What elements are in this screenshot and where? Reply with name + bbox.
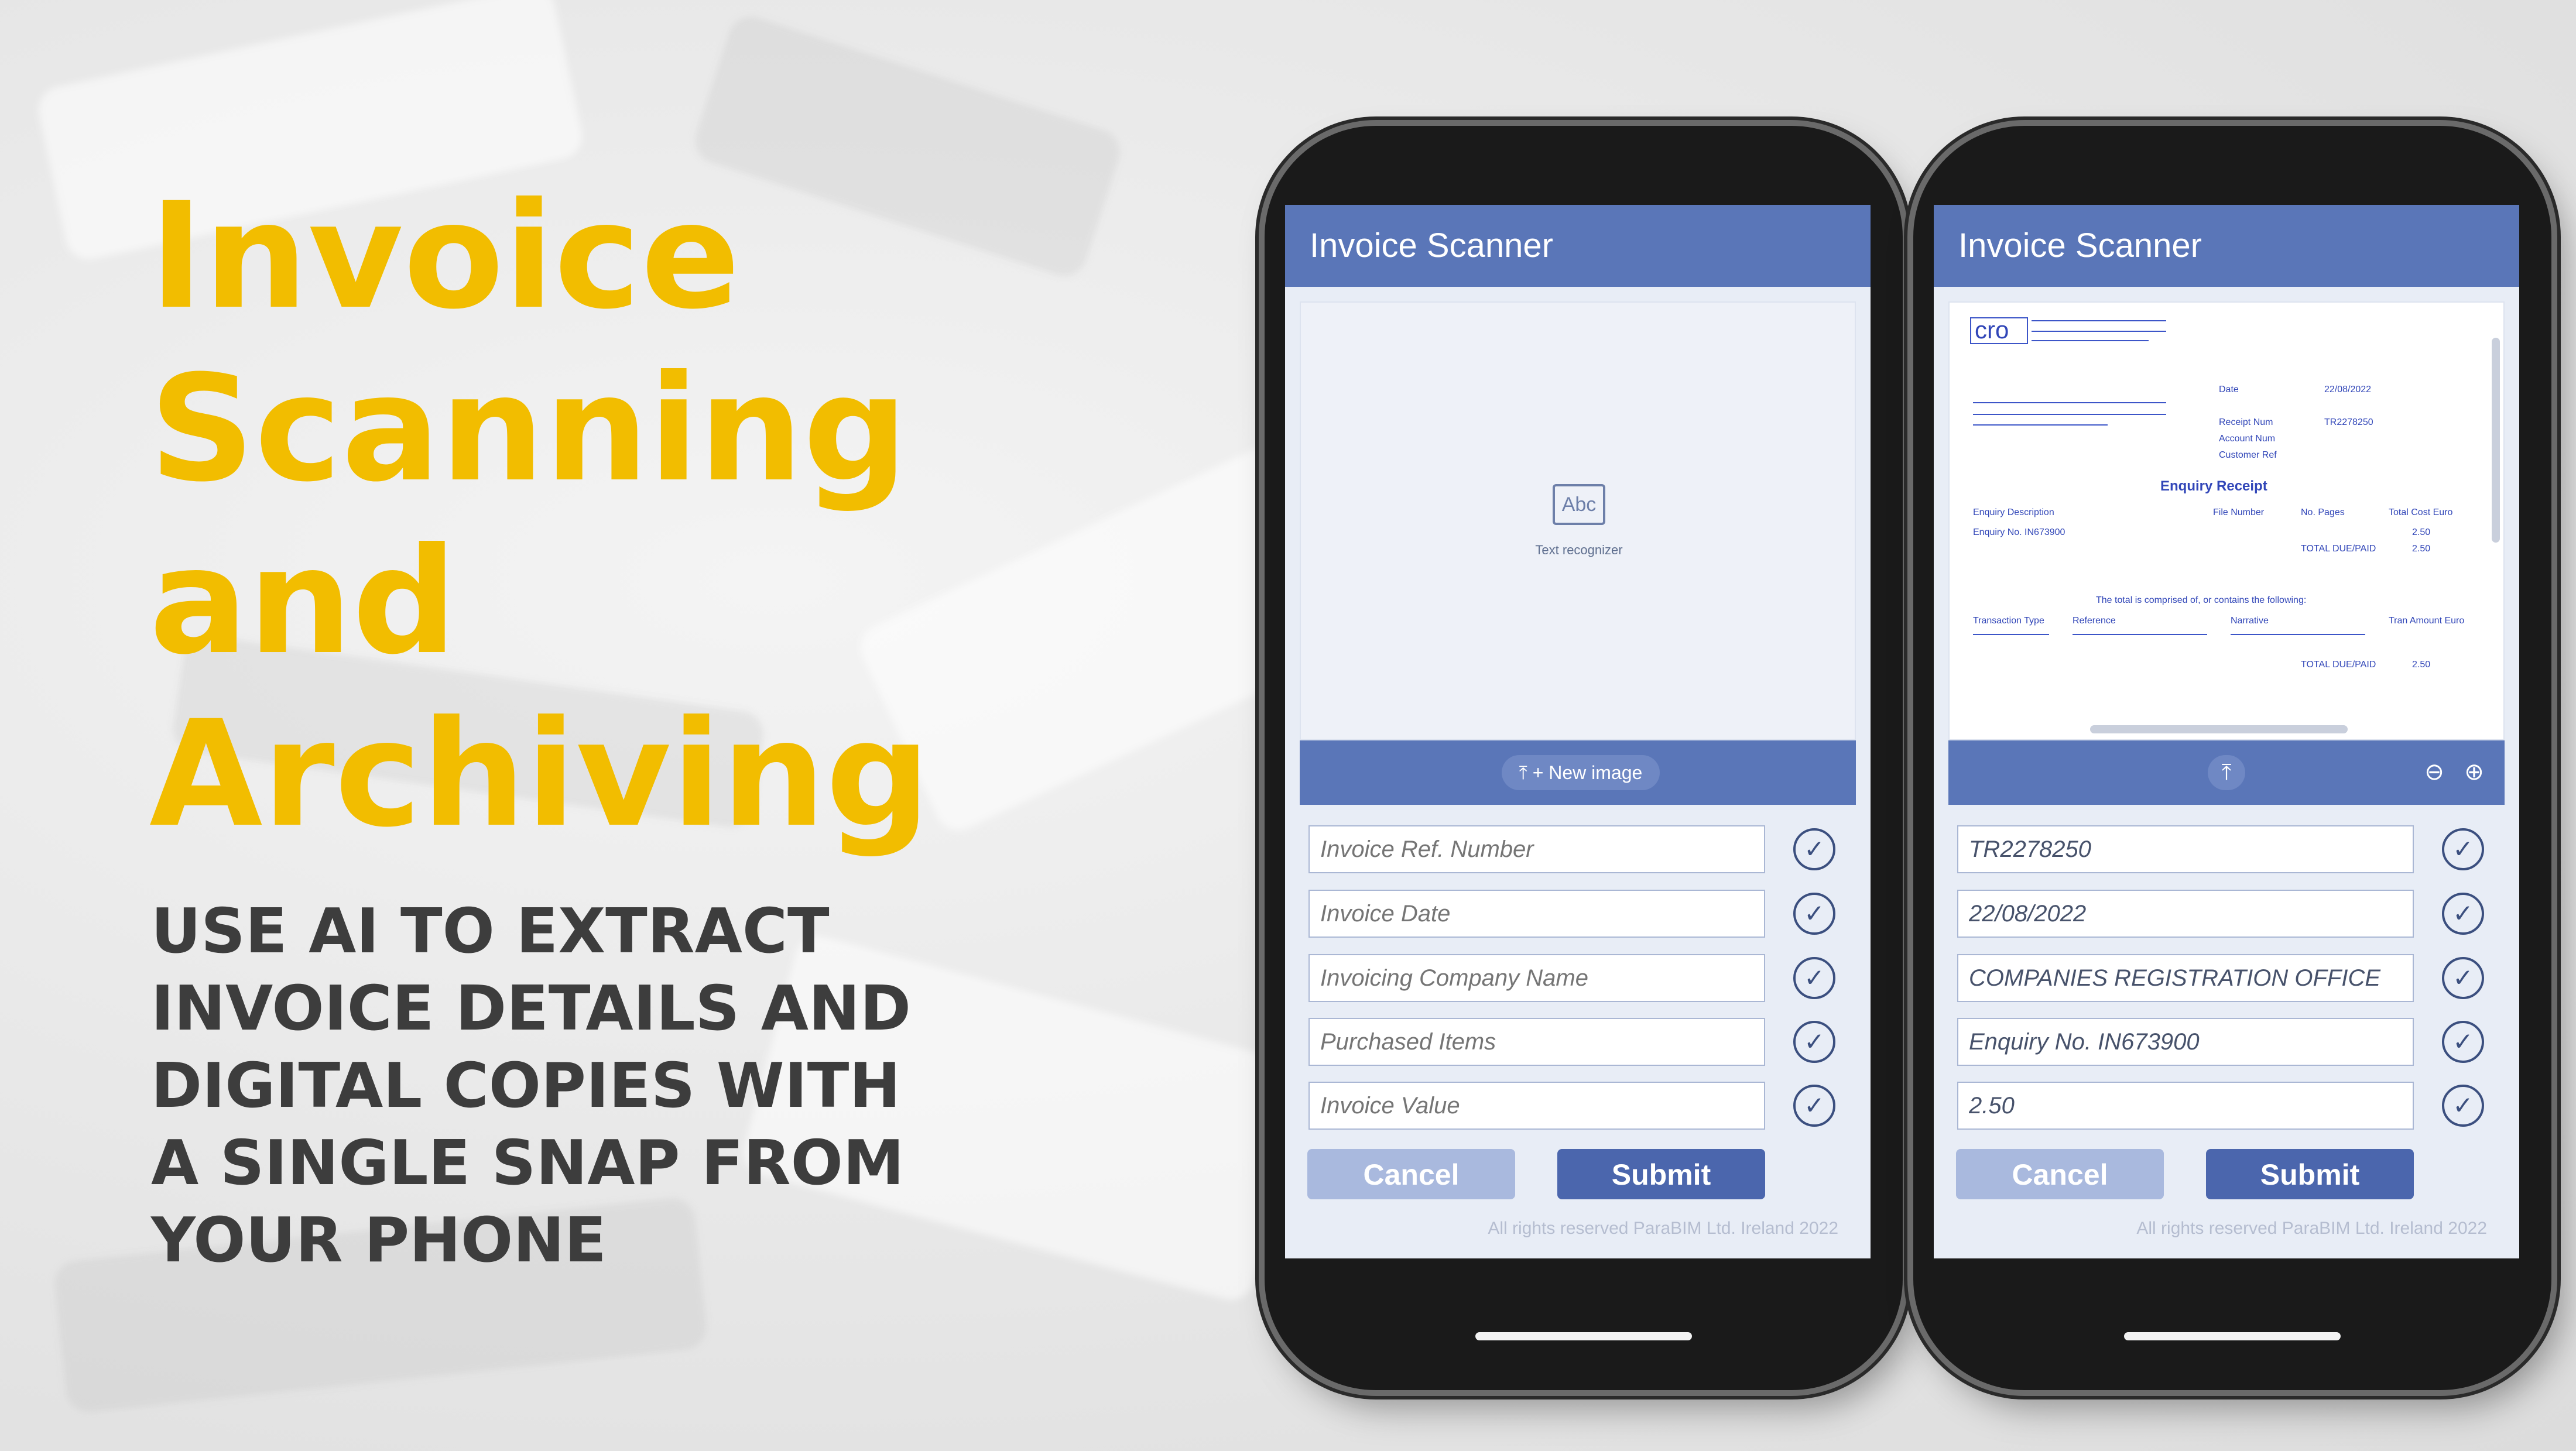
check-icon[interactable]: ✓ <box>1793 893 1835 935</box>
copyright-footer: All rights reserved ParaBIM Ltd. Ireland… <box>1488 1219 1838 1238</box>
document-label: Account Num <box>2219 434 2276 444</box>
scanned-document-viewer[interactable]: cro Date 22/08/2022 Receipt Num TR227825… <box>1948 301 2505 740</box>
check-icon[interactable]: ✓ <box>2442 893 2484 935</box>
document-logo-text: cro <box>1975 316 2009 344</box>
check-icon[interactable]: ✓ <box>1793 1085 1835 1127</box>
document-label: Total Cost Euro <box>2389 507 2453 517</box>
image-toolbar: ⤒ + New image <box>1300 740 1856 805</box>
check-icon[interactable]: ✓ <box>2442 1085 2484 1127</box>
home-indicator[interactable] <box>1475 1332 1692 1340</box>
document-label: The total is comprised of, or contains t… <box>2096 595 2307 605</box>
document-label: Narrative <box>2231 616 2269 626</box>
document-label: TOTAL DUE/PAID <box>2301 544 2376 554</box>
invoice-value-input[interactable] <box>1957 1082 2414 1130</box>
headline: Invoice Scanning and Archiving <box>149 170 1262 860</box>
tagline-line: USE AI TO EXTRACT <box>151 896 830 967</box>
document-label: Enquiry No. IN673900 <box>1973 527 2065 537</box>
submit-button[interactable]: Submit <box>1557 1149 1765 1199</box>
cancel-button[interactable]: Cancel <box>1956 1149 2164 1199</box>
invoice-date-input[interactable] <box>1308 890 1765 938</box>
document-label: Tran Amount Euro <box>2389 616 2465 626</box>
image-toolbar: ⤒ ⊖ ⊕ <box>1948 740 2505 805</box>
company-name-input[interactable] <box>1957 954 2414 1002</box>
document-value: 2.50 <box>2412 544 2431 554</box>
app-title: Invoice Scanner <box>1285 205 1871 287</box>
invoice-ref-input[interactable] <box>1957 825 2414 873</box>
purchased-items-input[interactable] <box>1308 1018 1765 1066</box>
zoom-in-icon[interactable]: ⊕ <box>2457 753 2492 791</box>
check-icon[interactable]: ✓ <box>2442 828 2484 870</box>
invoice-date-input[interactable] <box>1957 890 2414 938</box>
phone-screen: Invoice Scanner cro Date 22/08/2022 Rece… <box>1934 205 2519 1258</box>
document-label: Receipt Num <box>2219 417 2273 427</box>
phone-filled-form: Invoice Scanner cro Date 22/08/2022 Rece… <box>1913 126 2551 1390</box>
upload-icon[interactable]: ⤒ <box>2208 755 2245 790</box>
phone-empty-form: Invoice Scanner Abc Text recognizer ⤒ + … <box>1265 126 1903 1390</box>
invoice-ref-input[interactable] <box>1308 825 1765 873</box>
purchased-items-input[interactable] <box>1957 1018 2414 1066</box>
text-recognizer-label: Text recognizer <box>1535 543 1623 557</box>
document-value: 22/08/2022 <box>2324 385 2372 395</box>
tagline-line: INVOICE DETAILS AND <box>151 973 912 1044</box>
tagline-line: A SINGLE SNAP FROM <box>151 1127 905 1199</box>
document-label: Date <box>2219 385 2239 395</box>
new-image-button[interactable]: ⤒ + New image <box>1502 755 1660 790</box>
company-name-input[interactable] <box>1308 954 1765 1002</box>
check-icon[interactable]: ✓ <box>1793 1021 1835 1063</box>
horizontal-scrollbar[interactable] <box>2090 725 2348 733</box>
document-label: Customer Ref <box>2219 450 2277 460</box>
document-label: Reference <box>2073 616 2116 626</box>
tagline: USE AI TO EXTRACT INVOICE DETAILS AND DI… <box>151 893 1088 1279</box>
cancel-button[interactable]: Cancel <box>1307 1149 1515 1199</box>
document-label: No. Pages <box>2301 507 2345 517</box>
home-indicator[interactable] <box>2124 1332 2341 1340</box>
text-recognizer-icon: Abc <box>1553 484 1605 525</box>
check-icon[interactable]: ✓ <box>2442 957 2484 999</box>
image-viewer[interactable]: Abc Text recognizer <box>1300 301 1856 740</box>
submit-button[interactable]: Submit <box>2206 1149 2414 1199</box>
zoom-out-icon[interactable]: ⊖ <box>2417 753 2452 791</box>
document-label: TOTAL DUE/PAID <box>2301 660 2376 670</box>
phone-screen: Invoice Scanner Abc Text recognizer ⤒ + … <box>1285 205 1871 1258</box>
check-icon[interactable]: ✓ <box>1793 828 1835 870</box>
invoice-value-input[interactable] <box>1308 1082 1765 1130</box>
document-label: File Number <box>2213 507 2265 517</box>
document-heading: Enquiry Receipt <box>2160 478 2267 494</box>
document-logo: cro <box>1970 316 2028 344</box>
document-value: 2.50 <box>2412 660 2431 670</box>
app-title: Invoice Scanner <box>1934 205 2519 287</box>
check-icon[interactable]: ✓ <box>1793 957 1835 999</box>
document-label: Transaction Type <box>1973 616 2044 626</box>
headline-line: Scanning and <box>149 344 908 687</box>
tagline-line: YOUR PHONE <box>151 1205 607 1276</box>
check-icon[interactable]: ✓ <box>2442 1021 2484 1063</box>
headline-line: Invoice <box>149 171 741 341</box>
tagline-line: DIGITAL COPIES WITH <box>151 1050 901 1121</box>
headline-line: Archiving <box>149 689 931 859</box>
document-value: TR2278250 <box>2324 417 2373 427</box>
document-value: 2.50 <box>2412 527 2431 537</box>
copyright-footer: All rights reserved ParaBIM Ltd. Ireland… <box>2136 1219 2487 1238</box>
document-label: Enquiry Description <box>1973 507 2054 517</box>
vertical-scrollbar[interactable] <box>2492 338 2500 543</box>
